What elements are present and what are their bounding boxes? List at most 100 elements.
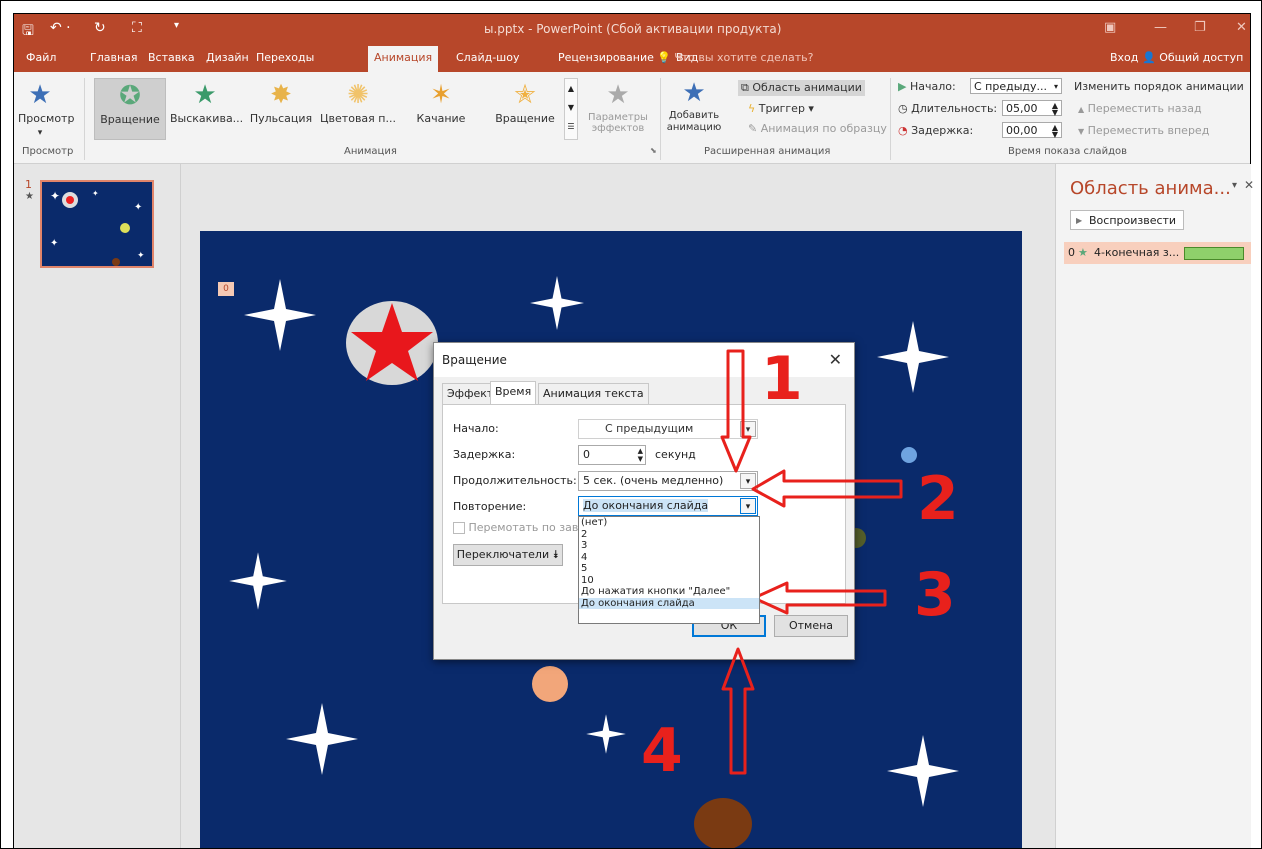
undo-icon[interactable]: ↶ · bbox=[50, 20, 71, 36]
repeat-option[interactable]: До нажатия кнопки "Далее" bbox=[579, 586, 759, 598]
minimize-icon[interactable]: — bbox=[1154, 20, 1167, 35]
start-dropdown[interactable]: С предыду... ▾ bbox=[970, 78, 1062, 94]
chevron-down-icon: ▾ bbox=[1053, 82, 1058, 91]
repeat-option-selected[interactable]: До окончания слайда bbox=[579, 597, 759, 609]
play-button[interactable]: ▶ Воспроизвести bbox=[1070, 210, 1184, 230]
group-animation-label: Анимация bbox=[344, 146, 397, 157]
teeter-star-icon: ✶ bbox=[430, 80, 452, 110]
preview-button[interactable]: ★ Просмотр ▾ bbox=[18, 78, 74, 138]
move-earlier-button[interactable]: ▲ Переместить назад bbox=[1078, 102, 1202, 115]
pane-icon: ⧉ bbox=[741, 81, 749, 94]
repeat-option[interactable]: 10 bbox=[579, 575, 759, 587]
ribbon-display-icon[interactable]: ▣ bbox=[1104, 20, 1116, 35]
repeat-option[interactable]: 5 bbox=[579, 563, 759, 575]
tab-timing[interactable]: Время bbox=[490, 381, 537, 405]
duration-value: 05,00 bbox=[1006, 102, 1038, 115]
delay-label: ◔ Задержка: bbox=[898, 124, 974, 137]
spin-star-icon: ✪ bbox=[119, 81, 141, 111]
right-margin bbox=[1250, 13, 1261, 848]
close-icon[interactable]: ✕ bbox=[829, 350, 842, 369]
delay-unit: секунд bbox=[655, 448, 696, 461]
share-button[interactable]: 👤 Общий доступ bbox=[1142, 46, 1243, 70]
tab-insert[interactable]: Вставка bbox=[142, 46, 201, 72]
move-later-button[interactable]: ▼ Переместить вперед bbox=[1078, 124, 1209, 137]
customize-toolbar-icon[interactable]: ▾ bbox=[174, 20, 179, 31]
repeat-dropdown[interactable]: До окончания слайда ▾ bbox=[578, 496, 758, 516]
repeat-label: Повторение: bbox=[453, 500, 527, 513]
delay-spinner[interactable]: 0 ▲ ▼ bbox=[578, 445, 646, 465]
animation-tag[interactable]: 0 bbox=[218, 282, 234, 296]
spin-arrows-icon: ▲ ▼ bbox=[1051, 123, 1058, 139]
animation-pane-button[interactable]: ⧉ Область анимации bbox=[738, 80, 865, 96]
color-pulse-icon: ✺ bbox=[347, 80, 369, 110]
item-index: 0 bbox=[1068, 246, 1075, 259]
repeat-option[interactable]: 4 bbox=[579, 552, 759, 564]
item-label: 4-конечная з... bbox=[1094, 246, 1180, 259]
repeat-option[interactable]: (нет) bbox=[579, 517, 759, 529]
triggers-label: Переключатели bbox=[456, 548, 550, 561]
gallery-color-pulse[interactable]: ✺ Цветовая п... bbox=[320, 78, 396, 125]
tab-file[interactable]: Файл bbox=[20, 46, 62, 72]
separator bbox=[660, 78, 661, 160]
add-animation-label: Добавить анимацию bbox=[666, 110, 722, 133]
redo-icon[interactable]: ↻ bbox=[94, 20, 106, 36]
pane-options-icon[interactable]: ▾ bbox=[1232, 180, 1237, 191]
close-pane-icon[interactable]: ✕ bbox=[1244, 178, 1254, 192]
gallery-label: Качание bbox=[416, 112, 466, 125]
svg-text:✦: ✦ bbox=[134, 202, 142, 213]
triggers-button[interactable]: Переключатели ⯯ bbox=[453, 544, 563, 566]
tell-me-box[interactable]: 💡 Что вы хотите сделать? bbox=[657, 46, 813, 70]
duration-value: 5 сек. (очень медленно) bbox=[583, 474, 724, 487]
gallery-spin-1[interactable]: ✪ Вращение bbox=[94, 78, 166, 140]
close-window-icon[interactable]: ✕ bbox=[1236, 20, 1247, 35]
powerpoint-window: 🖫 ↶ · ↻ ⛶ ▾ ы.pptx - PowerPoint (Сбой ак… bbox=[14, 13, 1254, 848]
animation-list-item[interactable]: 0 ★ 4-конечная з... bbox=[1064, 242, 1251, 264]
star-icon: ★ bbox=[1078, 246, 1088, 259]
repeat-options-list[interactable]: (нет) 2 3 4 5 10 До нажатия кнопки "Дале… bbox=[578, 516, 760, 624]
timeline-bar bbox=[1184, 247, 1244, 260]
tab-slideshow[interactable]: Слайд-шоу bbox=[450, 46, 525, 72]
spin-effect-dialog: Вращение ✕ Эффект Время Анимация текста … bbox=[433, 342, 855, 660]
slideshow-start-icon[interactable]: ⛶ bbox=[132, 20, 142, 36]
play-label: Воспроизвести bbox=[1089, 214, 1177, 227]
gallery-pop[interactable]: ★ Выскакива... bbox=[170, 78, 243, 125]
restore-icon[interactable]: ❐ bbox=[1194, 20, 1206, 35]
add-animation-button[interactable]: ★ Добавить анимацию bbox=[666, 76, 722, 134]
gallery-teeter[interactable]: ✶ Качание bbox=[406, 78, 476, 125]
save-icon[interactable]: 🖫 bbox=[22, 20, 34, 44]
four-point-star bbox=[244, 279, 316, 351]
slide-thumbnail[interactable]: ✦ ✦ ✦ ✦ ✦ bbox=[40, 180, 154, 268]
duration-dropdown[interactable]: 5 сек. (очень медленно) ▾ bbox=[578, 471, 758, 491]
repeat-option[interactable]: 3 bbox=[579, 540, 759, 552]
spin-arrows-icon: ▲ ▼ bbox=[637, 447, 643, 463]
tab-transitions[interactable]: Переходы bbox=[250, 46, 320, 72]
duration-label: ◷ Длительность: bbox=[898, 102, 998, 115]
pane-title: Область анима... bbox=[1070, 178, 1231, 199]
trigger-button[interactable]: ϟ Триггер ▾ bbox=[748, 102, 814, 115]
delay-spinner[interactable]: 00,00 ▲ ▼ bbox=[1002, 122, 1062, 139]
four-point-star bbox=[286, 703, 358, 775]
animation-painter-button[interactable]: ✎ Анимация по образцу bbox=[748, 122, 887, 135]
tab-animations[interactable]: Анимация bbox=[368, 46, 439, 72]
gallery-pulse[interactable]: ✸ Пульсация bbox=[246, 78, 316, 125]
sign-in-link[interactable]: Вход bbox=[1110, 46, 1138, 70]
tab-text-animation[interactable]: Анимация текста bbox=[538, 383, 649, 404]
dialog-launcher-icon[interactable]: ⬊ bbox=[650, 146, 657, 155]
svg-text:✦: ✦ bbox=[50, 189, 60, 203]
start-value: С предыду... bbox=[974, 80, 1048, 93]
start-label: ▶ Начало: bbox=[898, 80, 956, 93]
tab-home[interactable]: Главная bbox=[84, 46, 144, 72]
pulse-star-icon: ✸ bbox=[270, 80, 292, 110]
tab-review[interactable]: Рецензирование bbox=[552, 46, 660, 72]
cancel-button[interactable]: Отмена bbox=[774, 615, 848, 637]
start-dropdown[interactable]: С предыдущим ▾ bbox=[578, 419, 758, 439]
brush-icon: ✎ bbox=[748, 122, 758, 135]
repeat-option[interactable]: 2 bbox=[579, 529, 759, 541]
duration-spinner[interactable]: 05,00 ▲ ▼ bbox=[1002, 100, 1062, 117]
tab-design[interactable]: Дизайн bbox=[200, 46, 255, 72]
play-icon: ▶ bbox=[898, 80, 907, 93]
gallery-spin-2[interactable]: ✭ Вращение bbox=[490, 78, 560, 125]
effect-options-button[interactable]: ★ Параметры эффектов bbox=[584, 78, 652, 134]
gallery-scroll[interactable]: ▲ ▼ ☰ bbox=[564, 78, 578, 140]
rewind-checkbox[interactable]: Перемотать по заве bbox=[453, 521, 585, 534]
